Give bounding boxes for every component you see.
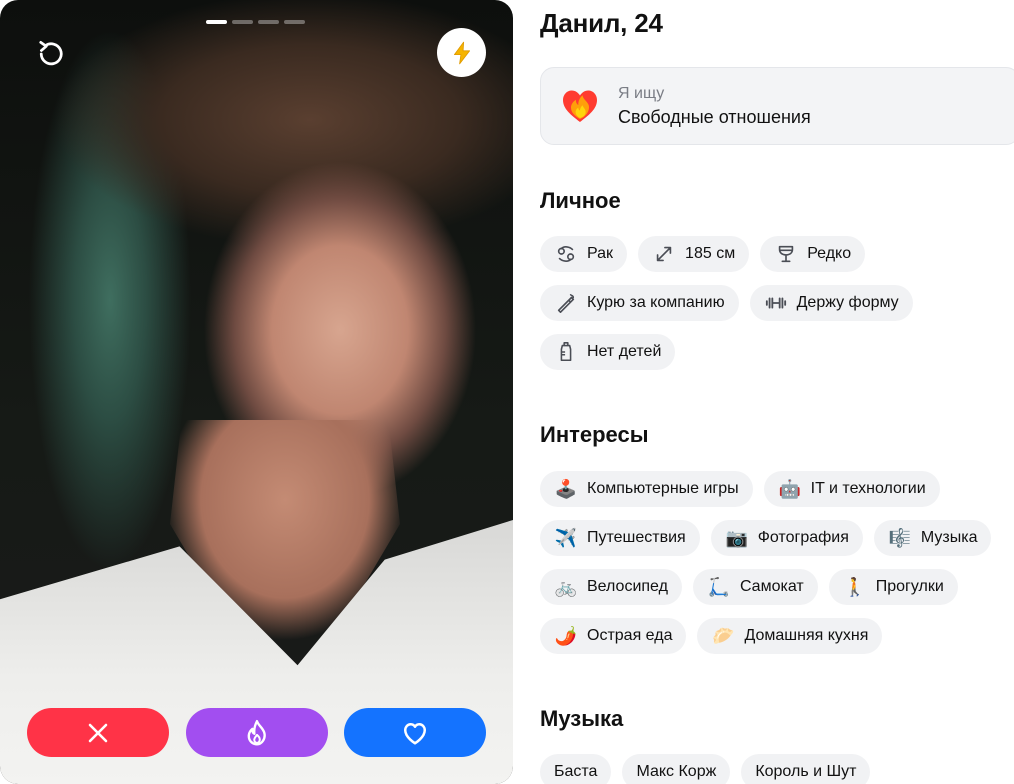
- personal-section-title: Личное: [540, 188, 621, 213]
- like-button[interactable]: [344, 708, 486, 757]
- chip-label: Велосипед: [587, 578, 668, 595]
- photo-page-indicator[interactable]: [284, 20, 305, 24]
- chip-label: Фотография: [757, 529, 849, 546]
- chip-label: Рак: [587, 245, 614, 262]
- photo-page-indicator[interactable]: [232, 20, 253, 24]
- chip-fitness[interactable]: Держу форму: [749, 285, 913, 321]
- bicycle-icon: 🚲: [554, 577, 578, 597]
- lightning-icon: [453, 41, 470, 64]
- chip-label: Король и Шут: [755, 763, 857, 780]
- music-section-title: Музыка: [540, 706, 624, 731]
- chip-zodiac[interactable]: Рак: [540, 236, 628, 272]
- chip-music-artist[interactable]: Макс Корж: [622, 754, 731, 784]
- profile-details: Данил, 24 Я ищу Свободные отношения Личн…: [540, 0, 1014, 784]
- chip-interest[interactable]: 🚲 Велосипед: [540, 569, 682, 605]
- baby-bottle-icon: [554, 340, 578, 364]
- superlike-button[interactable]: [186, 708, 328, 757]
- chip-label: IT и технологии: [810, 480, 926, 497]
- chip-label: Курю за компанию: [587, 294, 725, 311]
- photo-page-indicator[interactable]: [258, 20, 279, 24]
- chip-label: Макс Корж: [636, 763, 717, 780]
- profile-screen: Данил, 24 Я ищу Свободные отношения Личн…: [0, 0, 1014, 784]
- chip-children[interactable]: Нет детей: [540, 334, 676, 370]
- flame-icon: [247, 719, 266, 745]
- chip-label: Путешествия: [587, 529, 686, 546]
- dislike-button[interactable]: [27, 708, 169, 757]
- chili-pepper-icon: 🌶️: [554, 626, 578, 646]
- heart-icon: [404, 722, 426, 744]
- chip-music-artist[interactable]: Баста: [540, 754, 612, 784]
- chip-smoking[interactable]: Курю за компанию: [540, 285, 739, 321]
- scooter-icon: 🛴: [707, 577, 731, 597]
- chip-label: Музыка: [920, 529, 978, 546]
- interests-section-title: Интересы: [540, 422, 649, 447]
- chip-label: 185 см: [685, 245, 736, 262]
- undo-button[interactable]: [30, 32, 72, 74]
- chip-label: Редко: [807, 245, 852, 262]
- looking-for-card: Я ищу Свободные отношения: [540, 67, 1014, 145]
- joystick-icon: 🕹️: [554, 479, 578, 499]
- robot-icon: 🤖: [778, 479, 801, 499]
- music-score-icon: 🎼: [888, 528, 912, 548]
- undo-icon: [39, 41, 63, 66]
- chip-interest[interactable]: ✈️ Путешествия: [540, 520, 700, 556]
- boost-button[interactable]: [437, 28, 486, 77]
- walking-icon: 🚶: [843, 577, 866, 597]
- chip-interest[interactable]: 🕹️ Компьютерные игры: [540, 471, 753, 507]
- chip-alcohol[interactable]: Редко: [760, 236, 866, 272]
- personal-chips: Рак 185 см Редко Курю за компанию Держу …: [540, 236, 1014, 370]
- chip-interest[interactable]: 📷 Фотография: [710, 520, 863, 556]
- chip-label: Самокат: [739, 578, 804, 595]
- profile-photo[interactable]: [0, 0, 513, 784]
- looking-for-label: Я ищу: [618, 85, 665, 102]
- looking-for-value: Свободные отношения: [618, 107, 811, 127]
- chip-label: Баста: [554, 763, 598, 780]
- camera-icon: 📷: [725, 528, 748, 548]
- chip-label: Нет детей: [587, 343, 662, 360]
- chip-interest[interactable]: 🚶 Прогулки: [828, 569, 958, 605]
- chip-interest[interactable]: 🎼 Музыка: [873, 520, 992, 556]
- chip-interest[interactable]: 🌶️ Острая еда: [540, 618, 687, 654]
- photo-pagination: [206, 20, 305, 24]
- airplane-icon: ✈️: [554, 528, 578, 548]
- wine-glass-icon: [774, 242, 798, 266]
- chip-label: Держу форму: [796, 294, 899, 311]
- profile-name-age: Данил, 24: [540, 8, 663, 38]
- chip-interest[interactable]: 🤖 IT и технологии: [763, 471, 940, 507]
- fire-heart-icon: [563, 90, 597, 122]
- music-chips: Баста Макс Корж Король и Шут: [540, 754, 1014, 784]
- chip-interest[interactable]: 🛴 Самокат: [692, 569, 818, 605]
- cancer-zodiac-icon: [554, 242, 578, 266]
- chip-label: Компьютерные игры: [587, 480, 739, 497]
- chip-music-artist[interactable]: Король и Шут: [741, 754, 871, 784]
- leafy-dish-icon: 🥟: [712, 626, 735, 646]
- chip-label: Домашняя кухня: [744, 627, 869, 644]
- chip-interest[interactable]: 🥟 Домашняя кухня: [697, 618, 883, 654]
- chip-label: Острая еда: [587, 627, 673, 644]
- interests-chips: 🕹️ Компьютерные игры 🤖 IT и технологии ✈…: [540, 471, 1014, 654]
- close-icon: [88, 723, 108, 742]
- photo-page-indicator-active[interactable]: [206, 20, 227, 24]
- cigarette-icon: [554, 291, 578, 315]
- height-icon: [652, 242, 676, 266]
- chip-height[interactable]: 185 см: [638, 236, 750, 272]
- chip-label: Прогулки: [875, 578, 944, 595]
- dumbbell-icon: [764, 291, 788, 315]
